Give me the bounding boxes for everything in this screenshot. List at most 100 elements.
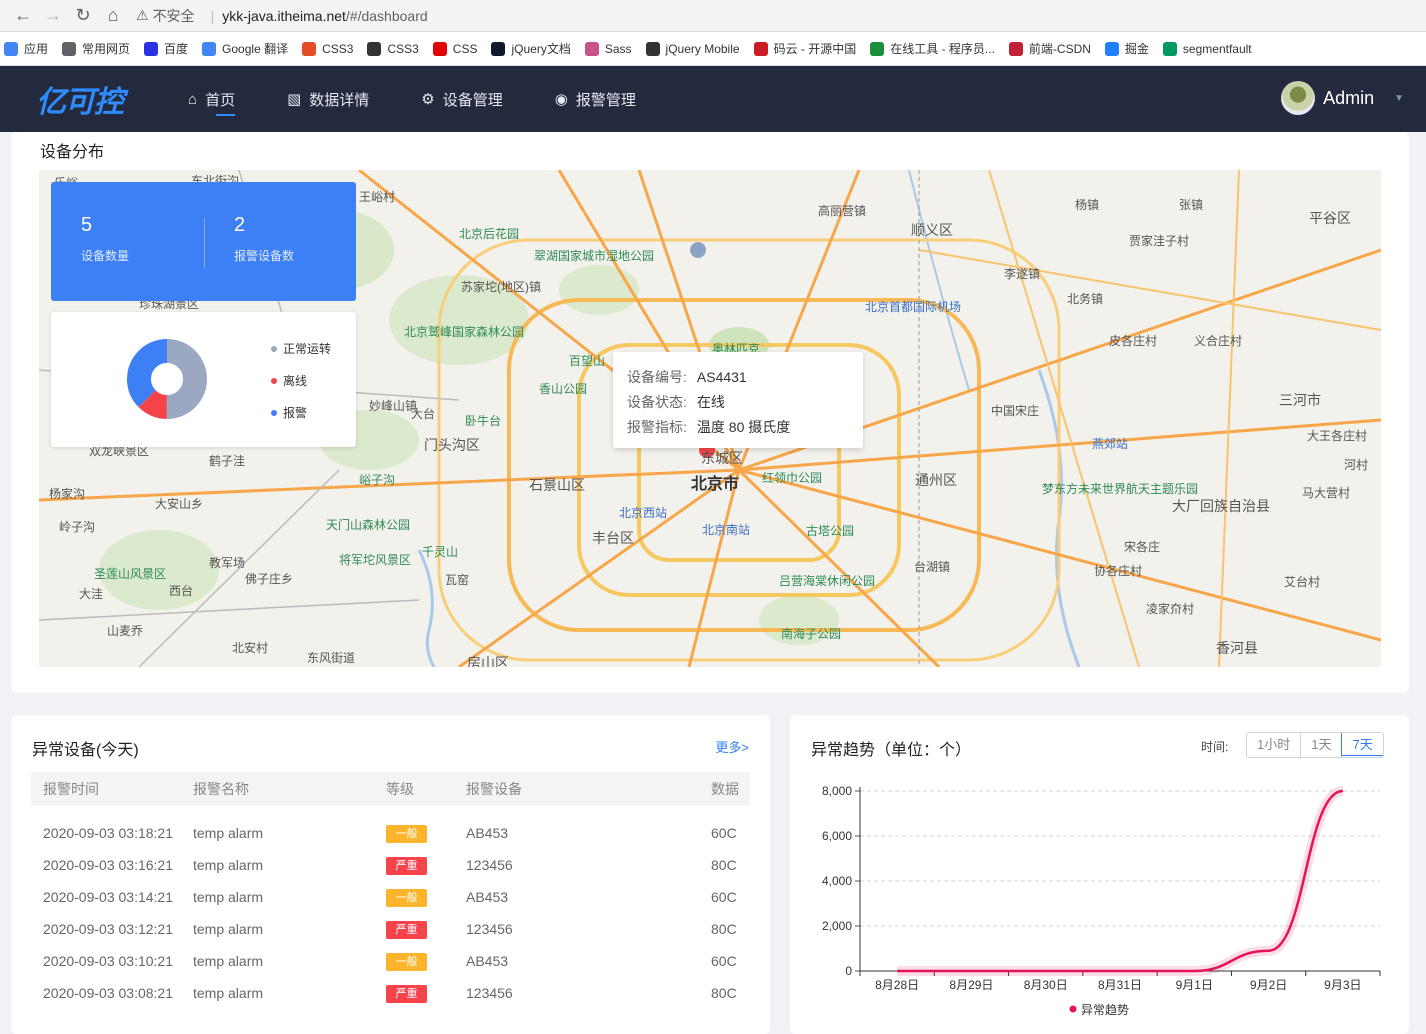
bookmark-label: 在线工具 - 程序员...	[890, 42, 995, 56]
table-row[interactable]: 2020-09-03 03:10:21 temp alarm 一般 AB453 60C	[31, 945, 750, 977]
table-row[interactable]: 2020-09-03 03:08:21 temp alarm 严重 123456 80C	[31, 977, 750, 1009]
map-place-label: 北京首都国际机场	[865, 300, 962, 314]
map-place-label: 平谷区	[1309, 210, 1351, 226]
bookmark-icon	[144, 41, 159, 56]
y-tick-label: 2,000	[822, 919, 852, 933]
y-tick-label: 0	[845, 964, 852, 978]
map-place-label: 鹤子洼	[209, 454, 246, 468]
map-place-label: 翠湖国家城市湿地公园	[534, 249, 655, 263]
more-link[interactable]: 更多>	[715, 737, 749, 756]
bookmark-item[interactable]: 在线工具 - 程序员...	[870, 40, 995, 57]
table-row[interactable]: 2020-09-03 03:18:21 temp alarm 一般 AB453 60C	[31, 817, 750, 849]
user-menu[interactable]: Admin ▼	[1281, 81, 1404, 115]
gear-icon: ⚙	[421, 91, 435, 108]
alarm-device-cell: AB453	[466, 825, 509, 841]
range-button-2[interactable]: 7天	[1341, 733, 1383, 756]
bookmark-item[interactable]: segmentfault	[1162, 41, 1252, 56]
bookmark-item[interactable]: 应用	[4, 40, 48, 57]
column-header-name[interactable]: 报警名称	[193, 779, 249, 799]
device-tooltip: 设备编号: AS4431 设备状态: 在线 报警指标: 温度 80 摄氏度	[613, 352, 863, 448]
abnormal-devices-card: 异常设备(今天) 更多> 报警时间 报警名称 等级 报警设备 数据 2020-0…	[11, 715, 770, 1034]
bookmark-item[interactable]: 常用网页	[62, 40, 130, 57]
bookmark-item[interactable]: jQuery文档	[491, 40, 571, 57]
map-place-label: 燕郊站	[1092, 437, 1129, 451]
bookmark-label: Google 翻译	[222, 42, 289, 56]
map-place-label: 义合庄村	[1194, 334, 1243, 348]
chevron-down-icon[interactable]: ▼	[1394, 93, 1404, 104]
alarm-level-cell: 一般	[386, 824, 427, 843]
pie-legend-item[interactable]: 离线	[271, 372, 307, 389]
alarm-name-cell: temp alarm	[193, 985, 264, 1001]
nav-label: 设备管理	[442, 91, 503, 109]
bookmark-item[interactable]: Google 翻译	[202, 40, 288, 57]
bookmark-item[interactable]: 掘金	[1104, 40, 1149, 57]
map-place-label: 高丽营镇	[818, 204, 867, 218]
table-row[interactable]: 2020-09-03 03:12:21 temp alarm 严重 123456 80C	[31, 913, 750, 945]
table-row[interactable]: 2020-09-03 03:14:21 temp alarm 一般 AB453 60C	[31, 881, 750, 913]
map-place-label: 台湖镇	[914, 560, 951, 574]
reload-icon[interactable]: ↻	[68, 5, 98, 26]
forward-icon[interactable]: →	[38, 5, 68, 26]
column-header-time[interactable]: 报警时间	[43, 779, 99, 799]
address-bar[interactable]: ⚠ 不安全 | ykk-java.itheima.net/#/dashboard	[136, 6, 1418, 26]
column-header-level[interactable]: 等级	[386, 779, 414, 799]
legend-dot	[271, 345, 277, 352]
alarm-level-cell: 一般	[386, 888, 427, 907]
map-place-label: 张镇	[1179, 198, 1204, 212]
map-place-label: 宋各庄	[1124, 540, 1161, 554]
bookmark-item[interactable]: jQuery Mobile	[645, 41, 740, 56]
range-button-0[interactable]: 1小时	[1247, 733, 1302, 757]
device-map[interactable]: 北京市 东城区 石景山区 门头沟区 丰台区 通州区 顺义区 平谷区 三河市 大厂回族自治县 香河县房…	[39, 170, 1381, 667]
user-name: Admin	[1323, 87, 1375, 108]
alarm-device-cell: AB453	[466, 953, 509, 969]
bookmark-item[interactable]: 百度	[144, 40, 188, 57]
nav-item-1[interactable]: ▧ 数据详情	[287, 66, 369, 132]
level-badge: 严重	[386, 920, 427, 939]
bookmark-item[interactable]: CSS3	[367, 41, 419, 56]
bookmark-item[interactable]: CSS	[432, 41, 477, 56]
home-browser-icon[interactable]: ⌂	[98, 5, 128, 26]
column-header-device[interactable]: 报警设备	[466, 779, 522, 799]
map-place-label: 协各庄村	[1094, 564, 1143, 578]
pie-legend-item[interactable]: 报警	[271, 404, 307, 421]
tooltip-metric-key: 报警指标:	[627, 419, 687, 435]
bookmark-icon	[4, 41, 18, 56]
alarm-time-cell: 2020-09-03 03:10:21	[43, 953, 173, 969]
map-place-label: 河村	[1344, 458, 1369, 472]
bookmark-item[interactable]: 码云 - 开源中国	[753, 40, 856, 57]
map-place-label: 卧牛台	[465, 414, 502, 428]
map-place-label: 香河县	[1216, 640, 1258, 656]
avatar[interactable]	[1281, 81, 1316, 115]
nav-item-0[interactable]: ⌂ 首页	[188, 66, 236, 132]
alarm-data-cell: 60C	[711, 889, 737, 905]
alarm-device-count: 2	[234, 214, 246, 236]
bookmark-icon	[1162, 41, 1177, 56]
y-tick-label: 8,000	[822, 784, 852, 798]
time-range-label: 时间:	[1201, 740, 1229, 754]
device-status-pie-panel: 正常运转 离线 报警	[51, 312, 356, 447]
x-tick-label: 9月3日	[1324, 978, 1361, 992]
bookmark-item[interactable]: CSS3	[302, 41, 353, 56]
map-place-label: 苏家坨(地区)镇	[461, 280, 541, 294]
legend-label: 异常趋势	[1081, 1003, 1129, 1017]
alarm-device-cell: 123456	[466, 921, 513, 937]
not-secure-indicator[interactable]: ⚠ 不安全	[136, 6, 195, 26]
back-icon[interactable]: ←	[8, 5, 38, 26]
bookmark-item[interactable]: Sass	[584, 41, 632, 56]
logo[interactable]: 亿可控	[36, 77, 156, 121]
table-row[interactable]: 2020-09-03 03:16:21 temp alarm 严重 123456 80C	[31, 849, 750, 881]
bookmark-label: 应用	[24, 42, 49, 56]
bookmark-item[interactable]: 前端-CSDN	[1008, 40, 1091, 57]
status-donut-chart[interactable]	[106, 312, 226, 447]
abnormal-devices-title: 异常设备(今天)	[32, 742, 139, 759]
nav-item-2[interactable]: ⚙ 设备管理	[421, 66, 502, 132]
bookmark-icon	[645, 41, 660, 56]
nav-item-3[interactable]: ◉ 报警管理	[555, 66, 636, 132]
map-place-label: 岭子沟	[59, 520, 96, 534]
map-place-label: 北京市	[691, 476, 740, 493]
pie-legend-item[interactable]: 正常运转	[271, 340, 331, 357]
range-button-1[interactable]: 1天	[1301, 733, 1343, 757]
map-place-label: 李遂镇	[1004, 267, 1041, 281]
bookmark-label: CSS3	[387, 41, 419, 56]
column-header-data[interactable]: 数据	[711, 779, 739, 799]
